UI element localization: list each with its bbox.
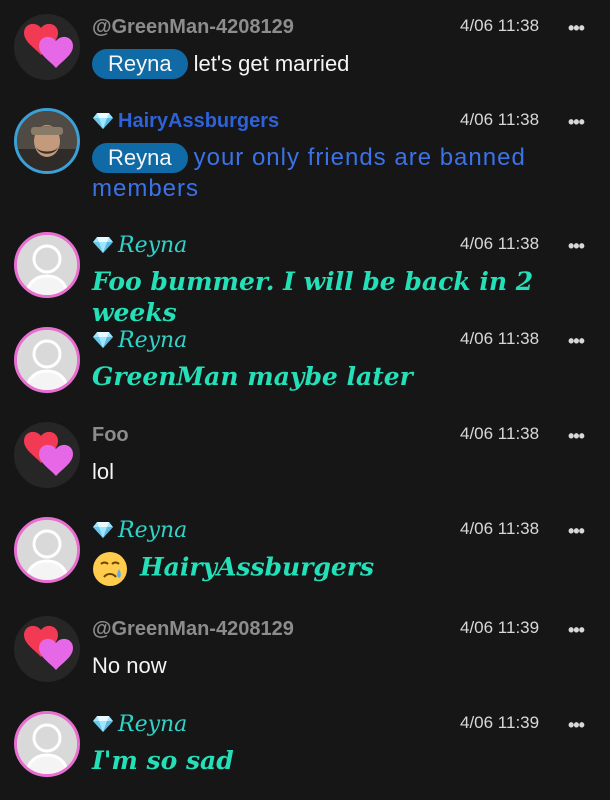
more-options-icon[interactable]: ••• [568,236,585,257]
message-text: HairyAssburgers [92,551,582,587]
username-row: Foo [92,422,129,448]
username[interactable]: Reyna [118,328,187,353]
message-text: GreenMan maybe later [92,361,582,392]
message-body: Foo bummer. I will be back in 2 weeks [92,267,534,327]
more-options-icon[interactable]: ••• [568,521,585,542]
username-row: Reyna [92,327,187,353]
message-timestamp: 4/06 11:39 [460,713,540,732]
user-avatar[interactable] [14,711,80,777]
username-row: HairyAssburgers [92,108,279,134]
message-text: Reyna your only friends are banned member… [92,142,582,204]
message-text: Foo bummer. I will be back in 2 weeks [92,266,582,328]
message-text: No now [92,650,582,681]
user-avatar[interactable] [14,327,80,393]
message-text: I'm so sad [92,745,582,776]
message-timestamp: 4/06 11:38 [460,329,540,348]
user-avatar[interactable] [14,616,80,682]
username-row: @GreenMan-4208129 [92,616,294,642]
diamond-icon [93,522,113,538]
more-options-icon[interactable]: ••• [568,715,585,736]
diamond-icon [93,332,113,348]
username-row: Reyna [92,232,187,258]
username[interactable]: HairyAssburgers [118,110,279,133]
username[interactable]: @GreenMan-4208129 [92,16,294,39]
mention-tag[interactable]: Reyna [92,143,188,173]
username[interactable]: Foo [92,424,129,447]
more-options-icon[interactable]: ••• [568,331,585,352]
mention-tag[interactable]: Reyna [92,49,188,79]
username[interactable]: Reyna [118,712,187,737]
message-body: I'm so sad [92,746,234,775]
message-timestamp: 4/06 11:38 [460,519,540,538]
username-row: @GreenMan-4208129 [92,14,294,40]
message-body: HairyAssburgers [140,552,375,582]
diamond-icon [93,237,113,253]
chat-message-list[interactable]: @GreenMan-4208129 4/06 11:38 ••• Reyna let's… [0,0,610,800]
message-timestamp: 4/06 11:38 [460,234,540,253]
message-body: let's get married [193,51,350,76]
username-row: Reyna [92,711,187,737]
more-options-icon[interactable]: ••• [568,112,585,133]
message-body: lol [92,459,115,484]
user-avatar[interactable] [14,108,80,174]
message-timestamp: 4/06 11:38 [460,424,540,443]
user-avatar[interactable] [14,232,80,298]
username[interactable]: Reyna [118,233,187,258]
message-timestamp: 4/06 11:39 [460,618,540,637]
message-body: No now [92,653,167,678]
username[interactable]: @GreenMan-4208129 [92,618,294,641]
user-avatar[interactable] [14,422,80,488]
message-body: GreenMan maybe later [92,362,413,391]
more-options-icon[interactable]: ••• [568,426,585,447]
more-options-icon[interactable]: ••• [568,18,585,39]
message-text: Reyna let's get married [92,48,582,79]
more-options-icon[interactable]: ••• [568,620,585,641]
diamond-icon [93,113,113,129]
message-timestamp: 4/06 11:38 [460,16,540,35]
message-text: lol [92,456,582,487]
crying-face-icon [93,552,127,586]
user-avatar[interactable] [14,517,80,583]
username-row: Reyna [92,517,187,543]
username[interactable]: Reyna [118,518,187,543]
message-timestamp: 4/06 11:38 [460,110,540,129]
user-avatar[interactable] [14,14,80,80]
diamond-icon [93,716,113,732]
